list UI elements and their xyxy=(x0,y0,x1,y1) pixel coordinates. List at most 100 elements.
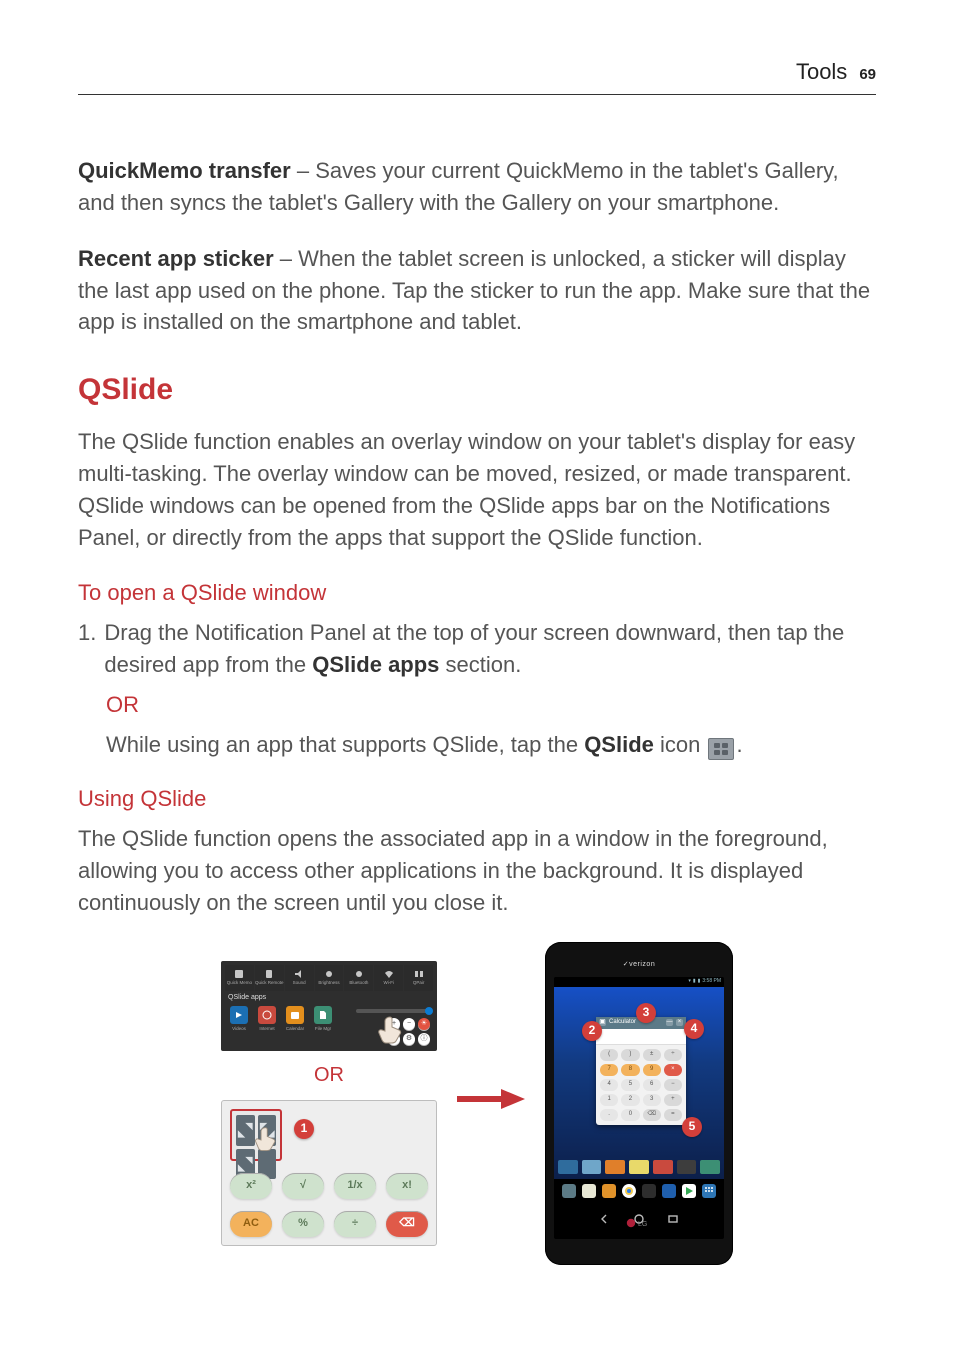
key-8: 8 xyxy=(621,1064,639,1076)
qslide-display xyxy=(596,1029,686,1045)
key-4: 4 xyxy=(600,1079,618,1091)
quick-settings-row: Quick Memo Quick Remote Sound Brightness… xyxy=(225,965,433,991)
tablet-clock: 3:58 PM xyxy=(702,978,721,985)
tablet-carrier-logo: ✓verizon xyxy=(554,960,724,970)
brightness-slider xyxy=(356,1009,430,1013)
recent-app-sticker-paragraph: Recent app sticker – When the tablet scr… xyxy=(78,243,876,339)
quickremote-tile: Quick Remote xyxy=(255,965,284,991)
quickmemo-transfer-paragraph: QuickMemo transfer – Saves your current … xyxy=(78,155,876,219)
key-dot: . xyxy=(600,1109,618,1121)
wifi-icon: ▾ xyxy=(688,978,691,985)
calculator-app-figure: 1 x² √ 1/x x! AC % ÷ ⌫ xyxy=(221,1100,437,1246)
apps-icon xyxy=(702,1184,716,1198)
widget-1 xyxy=(558,1160,578,1174)
widget-5 xyxy=(653,1160,673,1174)
key-5: 5 xyxy=(621,1079,639,1091)
tablet-widget-row xyxy=(558,1157,720,1177)
calc-key-sqrt: √ xyxy=(282,1173,324,1199)
step-1-bold: QSlide apps xyxy=(312,652,439,677)
sound-tile: Sound xyxy=(285,965,314,991)
key-6: 6 xyxy=(643,1079,661,1091)
calc-key-fact: x! xyxy=(386,1173,428,1199)
widget-4 xyxy=(629,1160,649,1174)
signal-icon: ▮ xyxy=(693,978,696,985)
qslide-title-text: Calculator xyxy=(609,1018,663,1027)
figure-row: Quick Memo Quick Remote Sound Brightness… xyxy=(78,942,876,1264)
qslide-keypad: ( ) ± ÷ 7 8 9 × 4 5 6 − 1 xyxy=(596,1045,686,1125)
calc-key-inv: 1/x xyxy=(334,1173,376,1199)
info-icon: ⓘ xyxy=(418,1033,430,1045)
using-qslide-paragraph: The QSlide function opens the associated… xyxy=(78,823,876,919)
key-eq: = xyxy=(664,1109,682,1121)
key-1: 1 xyxy=(600,1094,618,1106)
using-qslide-heading: Using QSlide xyxy=(78,783,876,815)
step-1-alt-b: icon xyxy=(654,732,707,757)
chrome-icon xyxy=(622,1184,636,1198)
qslide-intro-paragraph: The QSlide function enables an overlay w… xyxy=(78,426,876,554)
key-0: 0 xyxy=(621,1109,639,1121)
camera-icon xyxy=(642,1184,656,1198)
calc-key-ac: AC xyxy=(230,1211,272,1237)
step-1-alt-c: . xyxy=(736,732,742,757)
key-plus: + xyxy=(664,1094,682,1106)
key-mul: × xyxy=(664,1064,682,1076)
tablet-lg-logo: LG xyxy=(554,1207,724,1237)
step-1-number: 1. xyxy=(78,617,96,681)
key-3: 3 xyxy=(643,1094,661,1106)
video-icon xyxy=(230,1006,248,1024)
step-1-alt-a: While using an app that supports QSlide,… xyxy=(106,732,584,757)
key-7: 7 xyxy=(600,1064,618,1076)
step-1-or: OR xyxy=(106,689,876,721)
widget-7 xyxy=(700,1160,720,1174)
qslide-close-icon: × xyxy=(676,1019,683,1026)
qslide-app-filemgr: File Mgr xyxy=(312,1006,334,1033)
qslide-app-video: Videos xyxy=(228,1006,250,1033)
key-div: ÷ xyxy=(664,1049,682,1061)
callout-1: 1 xyxy=(294,1119,314,1139)
hand-pointer-icon xyxy=(254,1125,284,1164)
widget-3 xyxy=(605,1160,625,1174)
recent-sticker-term: Recent app sticker xyxy=(78,246,274,271)
qslide-apps-label: QSlide apps xyxy=(225,991,433,1006)
qslide-opacity-icon: — xyxy=(666,1019,673,1026)
notification-panel-figure: Quick Memo Quick Remote Sound Brightness… xyxy=(221,961,437,1051)
widget-2 xyxy=(582,1160,602,1174)
header-page-number: 69 xyxy=(859,64,876,86)
key-del: ⌫ xyxy=(643,1109,661,1121)
calc-row-2: AC % ÷ ⌫ xyxy=(230,1211,428,1237)
header-section: Tools xyxy=(796,56,847,88)
figure-or-label: OR xyxy=(221,1061,437,1090)
qslide-app-calendar: Calendar xyxy=(284,1006,306,1033)
wifi-tile: Wi-Fi xyxy=(374,965,403,991)
qslide-icon xyxy=(708,738,734,760)
qslide-heading: QSlide xyxy=(78,368,876,412)
page-header: Tools 69 xyxy=(78,56,876,95)
figure-right-column: ✓verizon ▾▮▮3:58 PM ▣ Calculator — × xyxy=(545,942,733,1264)
calc-key-del: ⌫ xyxy=(386,1211,428,1237)
quickmemo-term: QuickMemo transfer xyxy=(78,158,291,183)
tablet-dock xyxy=(554,1179,724,1203)
key-rparen: ) xyxy=(621,1049,639,1061)
widget-6 xyxy=(677,1160,697,1174)
quickmemo-tile: Quick Memo xyxy=(225,965,254,991)
figure-arrow xyxy=(457,1087,525,1120)
calendar-icon xyxy=(582,1184,596,1198)
key-2: 2 xyxy=(621,1094,639,1106)
callout-2: 2 xyxy=(582,1021,602,1041)
calc-key-div: ÷ xyxy=(334,1211,376,1237)
svg-text:LG: LG xyxy=(638,1221,647,1228)
callout-3: 3 xyxy=(636,1003,656,1023)
bluetooth-tile: Bluetooth xyxy=(344,965,373,991)
email-icon xyxy=(602,1184,616,1198)
callout-5: 5 xyxy=(682,1117,702,1137)
qpair-tile: QPair xyxy=(404,965,433,991)
open-qslide-heading: To open a QSlide window xyxy=(78,577,876,609)
battery-icon: ▮ xyxy=(698,978,701,985)
callout-4: 4 xyxy=(684,1019,704,1039)
tablet-screen: ▾▮▮3:58 PM ▣ Calculator — × ( xyxy=(554,977,724,1239)
file-icon xyxy=(314,1006,332,1024)
browser-icon xyxy=(562,1184,576,1198)
key-pm: ± xyxy=(643,1049,661,1061)
calc-key-pct: % xyxy=(282,1211,324,1237)
brightness-tile: Brightness xyxy=(315,965,344,991)
